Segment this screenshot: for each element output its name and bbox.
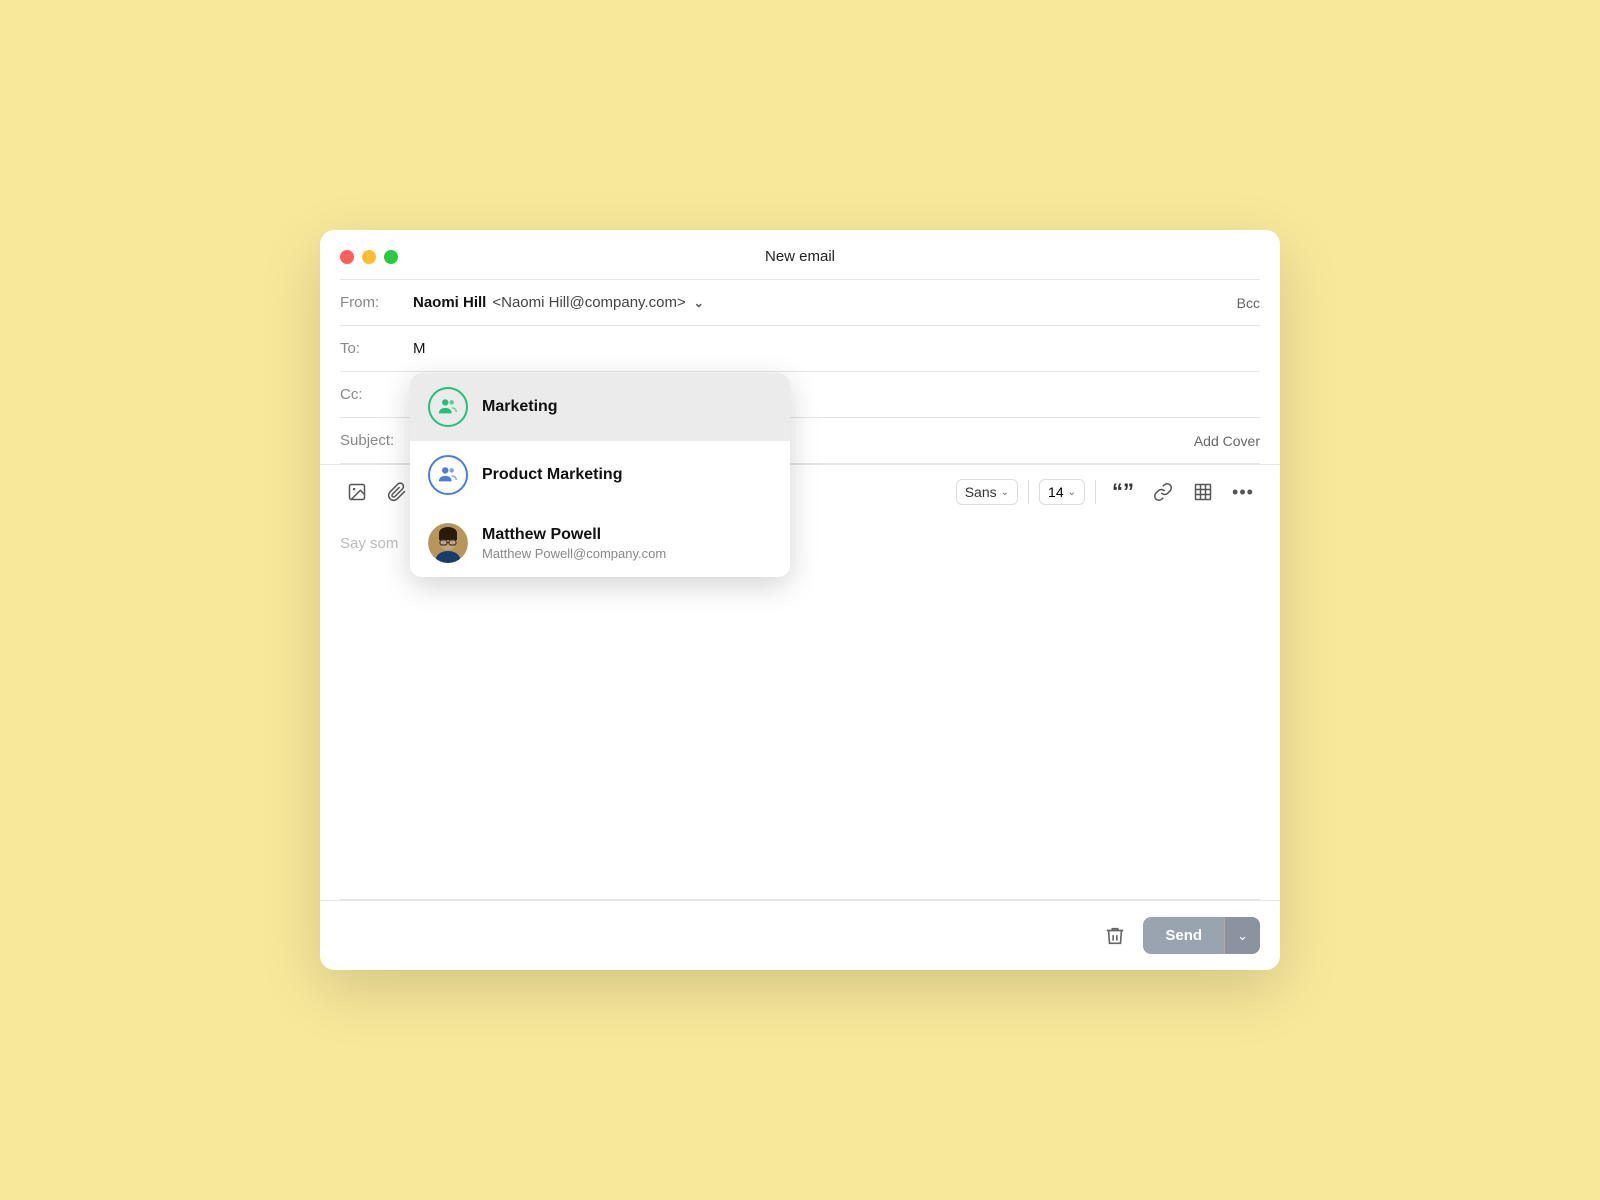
to-input[interactable] bbox=[413, 340, 1260, 357]
email-compose-window: New email From: Naomi Hill <Naomi Hill@c… bbox=[320, 230, 1280, 970]
bottom-bar: Send ⌄ bbox=[320, 900, 1280, 970]
to-row: To: Marketing bbox=[320, 326, 1280, 371]
from-value: Naomi Hill <Naomi Hill@company.com> ⌄ bbox=[413, 294, 704, 311]
product-marketing-name: Product Marketing bbox=[482, 466, 622, 484]
send-dropdown-button[interactable]: ⌄ bbox=[1224, 917, 1260, 954]
font-size-selector[interactable]: 14 ⌄ bbox=[1039, 479, 1085, 505]
font-size-chevron-icon: ⌄ bbox=[1068, 487, 1076, 498]
matthew-avatar bbox=[428, 523, 468, 563]
autocomplete-item-marketing[interactable]: Marketing bbox=[410, 373, 790, 441]
send-button-group: Send ⌄ bbox=[1143, 917, 1260, 954]
autocomplete-item-product-marketing[interactable]: Product Marketing bbox=[410, 441, 790, 509]
autocomplete-item-matthew-powell[interactable]: Matthew Powell Matthew Powell@company.co… bbox=[410, 509, 790, 577]
matthew-photo bbox=[428, 523, 468, 563]
image-icon[interactable] bbox=[340, 475, 374, 509]
minimize-button[interactable] bbox=[362, 250, 376, 264]
bcc-button[interactable]: Bcc bbox=[1237, 295, 1260, 311]
matthew-email: Matthew Powell@company.com bbox=[482, 546, 666, 561]
product-marketing-avatar bbox=[428, 455, 468, 495]
from-row: From: Naomi Hill <Naomi Hill@company.com… bbox=[320, 280, 1280, 325]
blockquote-icon[interactable]: “” bbox=[1106, 475, 1140, 509]
add-cover-button[interactable]: Add Cover bbox=[1194, 433, 1260, 449]
matthew-text: Matthew Powell Matthew Powell@company.co… bbox=[482, 526, 666, 561]
from-name: Naomi Hill bbox=[413, 294, 486, 311]
send-button[interactable]: Send bbox=[1143, 917, 1224, 954]
product-marketing-text: Product Marketing bbox=[482, 466, 622, 484]
table-icon[interactable] bbox=[1186, 475, 1220, 509]
autocomplete-dropdown: Marketing Product Marketing bbox=[410, 373, 790, 577]
close-button[interactable] bbox=[340, 250, 354, 264]
font-size-value: 14 bbox=[1048, 484, 1064, 500]
font-family-chevron-icon: ⌄ bbox=[1001, 487, 1009, 498]
cc-label: Cc: bbox=[340, 386, 405, 403]
body-placeholder: Say som bbox=[340, 535, 398, 552]
title-bar: New email bbox=[320, 230, 1280, 279]
more-options-icon[interactable]: ••• bbox=[1226, 475, 1260, 509]
window-title: New email bbox=[765, 248, 835, 265]
link-icon[interactable] bbox=[1146, 475, 1180, 509]
group-icon-green bbox=[437, 396, 459, 418]
subject-label: Subject: bbox=[340, 432, 405, 449]
marketing-text: Marketing bbox=[482, 398, 558, 416]
marketing-name: Marketing bbox=[482, 398, 558, 416]
from-label: From: bbox=[340, 294, 405, 311]
to-label: To: bbox=[340, 340, 405, 357]
toolbar-separator-1 bbox=[1028, 480, 1029, 504]
font-family-selector[interactable]: Sans ⌄ bbox=[956, 479, 1018, 505]
attach-icon[interactable] bbox=[380, 475, 414, 509]
marketing-avatar bbox=[428, 387, 468, 427]
traffic-lights bbox=[340, 250, 398, 264]
from-email: <Naomi Hill@company.com> bbox=[492, 294, 685, 311]
font-family-label: Sans bbox=[965, 484, 997, 500]
from-dropdown-icon[interactable]: ⌄ bbox=[694, 296, 704, 310]
matthew-name: Matthew Powell bbox=[482, 526, 666, 544]
delete-button[interactable] bbox=[1097, 918, 1133, 954]
group-icon-blue bbox=[437, 464, 459, 486]
maximize-button[interactable] bbox=[384, 250, 398, 264]
toolbar-separator-2 bbox=[1095, 480, 1096, 504]
